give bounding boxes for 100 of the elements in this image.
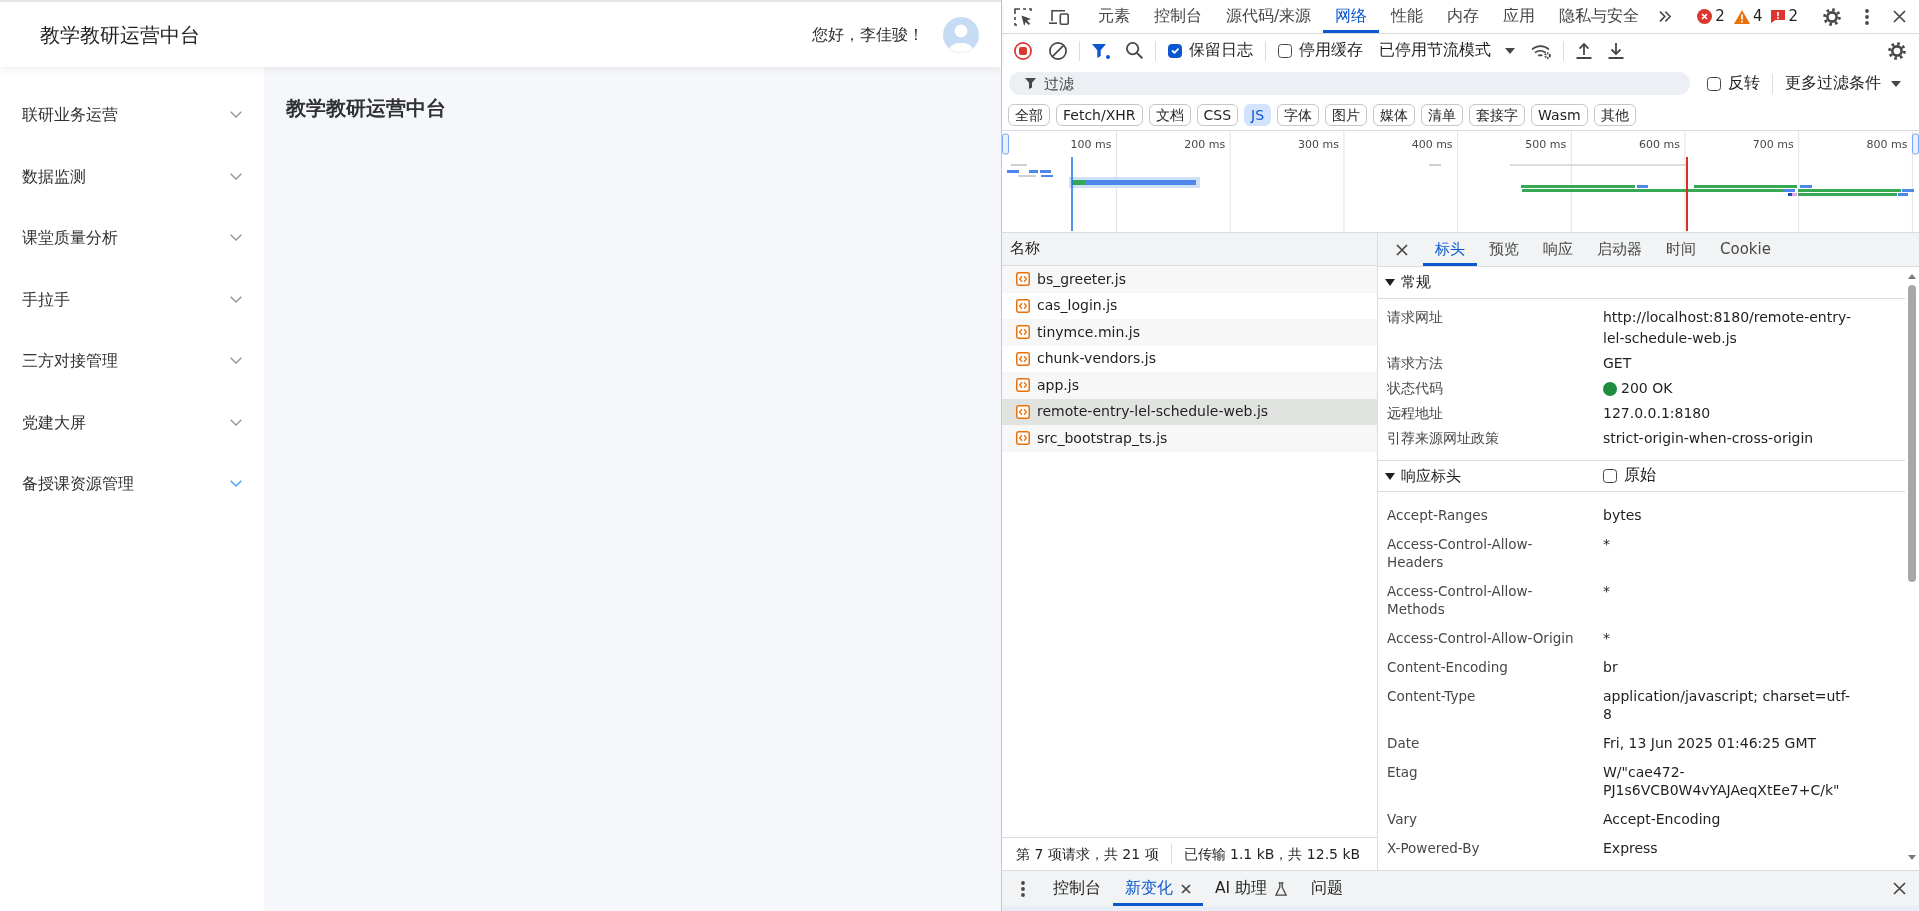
time-tick-label: 500 ms	[1525, 138, 1567, 151]
header-value: strict-origin-when-cross-origin	[1603, 430, 1814, 446]
drawer-tab[interactable]: 控制台	[1041, 871, 1113, 906]
sidebar-menu-item[interactable]: 数据监测	[0, 145, 264, 207]
settings-icon[interactable]	[1888, 41, 1906, 60]
resource-type-filter[interactable]: CSS	[1196, 104, 1239, 126]
header-name: Vary	[1387, 810, 1417, 827]
resource-type-filter[interactable]: JS	[1244, 104, 1272, 126]
script-file-icon	[1016, 272, 1030, 287]
issue-count-button[interactable]: 2	[1771, 9, 1798, 24]
time-tick-label: 700 ms	[1752, 138, 1794, 151]
throttling-dropdown[interactable]: 已停用节流模式	[1379, 42, 1515, 59]
checkbox[interactable]	[1168, 43, 1182, 58]
scroll-up-arrow-icon[interactable]	[1908, 274, 1916, 279]
detail-tab[interactable]: 时间	[1654, 233, 1708, 266]
resource-type-filter[interactable]: Fetch/XHR	[1056, 104, 1143, 126]
resource-type-filter[interactable]: 图片	[1325, 104, 1368, 126]
panel-tab[interactable]: 隐私与安全	[1547, 0, 1652, 33]
sidebar-menu-item[interactable]: 三方对接管理	[0, 330, 264, 392]
expand-triangle-icon[interactable]	[1385, 279, 1395, 286]
close-icon[interactable]	[1396, 243, 1408, 256]
funnel-icon	[1025, 78, 1036, 89]
resource-type-filter[interactable]: 其他	[1593, 104, 1636, 126]
resource-type-filter[interactable]: 媒体	[1373, 104, 1416, 126]
header-value: GET	[1603, 355, 1632, 371]
request-row[interactable]: src_bootstrap_ts.js	[1002, 425, 1377, 452]
resource-type-filter[interactable]: 清单	[1421, 104, 1464, 126]
close-icon[interactable]	[1181, 883, 1191, 894]
header-name: 远程地址	[1387, 405, 1443, 421]
detail-tab[interactable]: 启动器	[1585, 233, 1654, 266]
error-count-button[interactable]: 2	[1697, 9, 1725, 24]
detail-tab[interactable]: 响应	[1531, 233, 1585, 266]
detail-tab[interactable]: 标头	[1423, 233, 1477, 266]
clear-icon[interactable]	[1049, 41, 1067, 60]
header-name: Access-Control-Allow-Methods	[1387, 582, 1533, 617]
request-row[interactable]: tinymce.min.js	[1002, 319, 1377, 346]
request-row[interactable]: cas_login.js	[1002, 292, 1377, 319]
checkbox[interactable]	[1278, 43, 1292, 58]
panel-tab[interactable]: 性能	[1379, 0, 1436, 33]
request-row[interactable]: bs_greeter.js	[1002, 266, 1377, 293]
sidebar-menu-item[interactable]: 备授课资源管理	[0, 453, 264, 515]
scrollbar-thumb[interactable]	[1908, 285, 1916, 582]
resource-type-filter[interactable]: 套接字	[1469, 104, 1526, 126]
sidebar-menu-item[interactable]: 联研业务运营	[0, 84, 264, 146]
expand-triangle-icon[interactable]	[1385, 472, 1395, 480]
more-options-icon[interactable]	[1865, 8, 1869, 25]
sidebar-menu-item[interactable]: 手拉手	[0, 268, 264, 330]
panel-tab[interactable]: 元素	[1086, 0, 1142, 33]
download-icon[interactable]	[1608, 42, 1624, 59]
panel-tab[interactable]: 源代码/来源	[1214, 0, 1324, 33]
device-toolbar-icon[interactable]	[1049, 8, 1069, 25]
time-tick-label: 300 ms	[1297, 138, 1339, 151]
detail-tab[interactable]: Cookie	[1708, 233, 1783, 266]
range-handle[interactable]	[1002, 133, 1009, 155]
sidebar-menu-item[interactable]: 课堂质量分析	[0, 207, 264, 269]
panel-tab[interactable]: 应用	[1491, 0, 1548, 33]
warning-count-button[interactable]: 4	[1733, 9, 1763, 24]
request-row[interactable]: app.js	[1002, 372, 1377, 399]
upload-icon[interactable]	[1576, 42, 1592, 59]
resource-type-filter[interactable]: 全部	[1008, 104, 1050, 126]
close-icon[interactable]	[1893, 10, 1906, 23]
drawer-tab[interactable]: AI 助理	[1203, 871, 1300, 906]
header-name: Date	[1387, 734, 1420, 751]
sidebar-menu-item[interactable]: 党建大屏	[0, 391, 264, 453]
checkbox-label: 保留日志	[1189, 39, 1253, 61]
search-icon[interactable]	[1126, 42, 1143, 59]
resource-type-filter[interactable]: 字体	[1277, 104, 1320, 126]
script-file-icon	[1016, 378, 1030, 393]
caret-icon	[1891, 80, 1901, 87]
request-row[interactable]: remote-entry-lel-schedule-web.js	[1002, 398, 1377, 425]
more-tabs-icon[interactable]	[1659, 11, 1672, 22]
header-name: 请求网址	[1387, 309, 1443, 325]
panel-tab[interactable]: 网络	[1323, 0, 1380, 33]
record-stop-icon[interactable]	[1014, 41, 1032, 60]
checkbox[interactable]	[1603, 469, 1617, 483]
network-conditions-icon[interactable]	[1531, 42, 1551, 59]
settings-icon[interactable]	[1823, 7, 1841, 26]
resource-type-filter[interactable]: Wasm	[1531, 104, 1588, 126]
panel-tab[interactable]: 内存	[1435, 0, 1492, 33]
more-options-icon[interactable]	[1021, 880, 1025, 897]
filter-icon[interactable]	[1092, 42, 1110, 59]
drawer-tab[interactable]: 新变化	[1113, 871, 1203, 906]
header-value: br	[1603, 658, 1618, 675]
drawer-tab[interactable]: 问题	[1299, 871, 1356, 906]
detail-tab[interactable]: 预览	[1477, 233, 1531, 266]
range-handle[interactable]	[1912, 133, 1919, 155]
request-row[interactable]: chunk-vendors.js	[1002, 345, 1377, 372]
more-filters-dropdown[interactable]: 更多过滤条件	[1785, 75, 1901, 92]
time-tick-label: 800 ms	[1866, 138, 1908, 151]
filter-field[interactable]: 过滤	[1009, 72, 1690, 95]
header-value: *	[1603, 629, 1610, 646]
scroll-down-arrow-icon[interactable]	[1908, 855, 1916, 860]
header-value: http://localhost:8180/remote-entry-lel-schedule-web.js	[1603, 309, 1852, 346]
resource-type-filter[interactable]: 文档	[1148, 104, 1191, 126]
checkbox[interactable]	[1707, 76, 1721, 91]
panel-tab[interactable]: 控制台	[1142, 0, 1214, 33]
inspect-element-icon[interactable]	[1014, 7, 1032, 26]
column-header[interactable]: 名称	[1002, 233, 1377, 266]
header-name: Access-Control-Allow-Origin	[1387, 629, 1574, 646]
close-icon[interactable]	[1893, 882, 1906, 895]
